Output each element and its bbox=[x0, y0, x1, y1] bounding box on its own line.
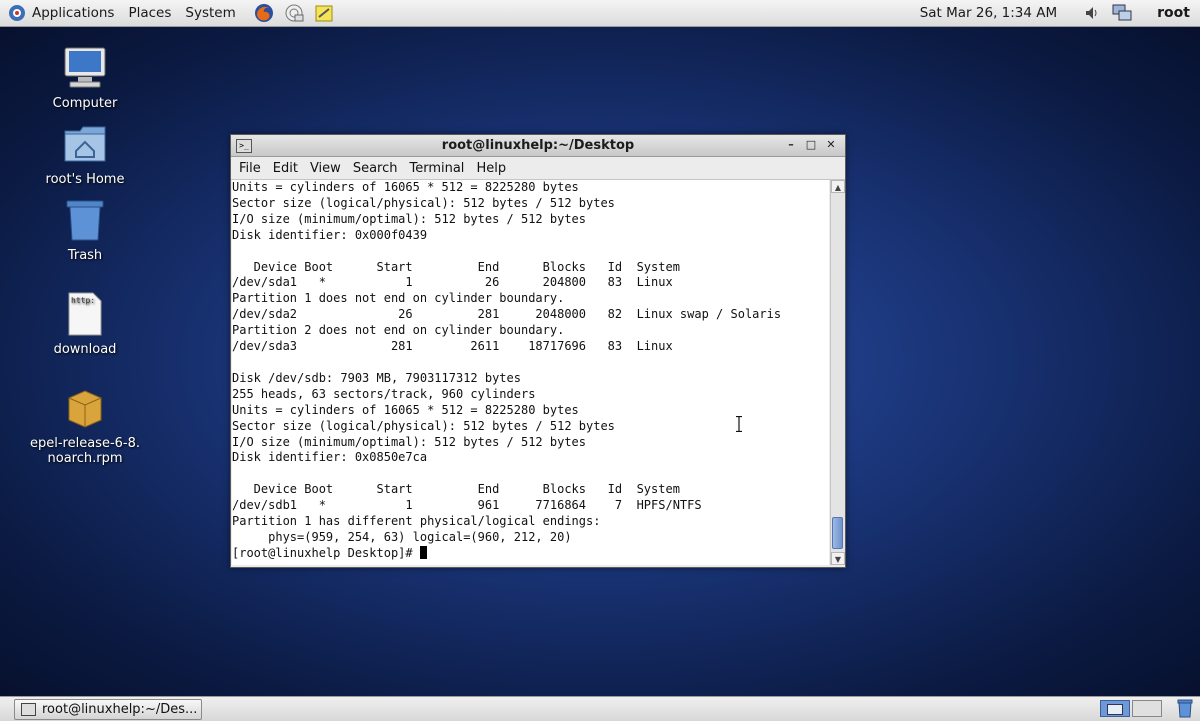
trash-icon bbox=[66, 200, 104, 241]
terminal-small-icon bbox=[21, 703, 36, 716]
computer-icon bbox=[64, 47, 106, 88]
terminal-menubar: File Edit View Search Terminal Help bbox=[231, 157, 845, 180]
terminal-line: Units = cylinders of 16065 * 512 = 82252… bbox=[232, 180, 579, 194]
workspace-window-preview bbox=[1107, 704, 1123, 715]
terminal-line: Disk identifier: 0x0850e7ca bbox=[232, 450, 428, 465]
network-status[interactable] bbox=[1111, 2, 1133, 24]
desktop-icon-download[interactable]: http: download bbox=[30, 290, 140, 357]
svg-text:http:: http: bbox=[71, 296, 95, 305]
desktop-icon-trash[interactable]: Trash bbox=[30, 196, 140, 263]
terminal-line: I/O size (minimum/optimal): 512 bytes / … bbox=[232, 211, 587, 226]
mail-launcher[interactable] bbox=[283, 2, 305, 24]
note-editor-icon bbox=[315, 5, 333, 22]
speaker-icon bbox=[1086, 7, 1097, 19]
top-panel: Applications Places System Sat Mar 26, 1… bbox=[0, 0, 1200, 27]
trash-applet-icon[interactable] bbox=[1176, 699, 1194, 718]
scrollbar-thumb[interactable] bbox=[832, 517, 843, 549]
user-menu[interactable]: root bbox=[1157, 5, 1190, 21]
terminal-line: Sector size (logical/physical): 512 byte… bbox=[232, 195, 615, 210]
terminal-line: Partition 1 has different physical/logic… bbox=[232, 514, 601, 529]
workspace-2[interactable] bbox=[1132, 700, 1162, 717]
taskbar-terminal-button[interactable]: root@linuxhelp:~/Des... bbox=[14, 699, 202, 720]
menu-terminal[interactable]: Terminal bbox=[404, 161, 471, 176]
terminal-line: /dev/sda2 26 281 2048000 82 Linux swap /… bbox=[232, 307, 782, 322]
close-button[interactable]: ✕ bbox=[821, 137, 841, 153]
desktop-icon-label-line2: noarch.rpm bbox=[47, 451, 123, 466]
maximize-button[interactable]: □ bbox=[801, 137, 821, 153]
terminal-line: Partition 1 does not end on cylinder bou… bbox=[232, 291, 565, 306]
menu-edit[interactable]: Edit bbox=[268, 161, 305, 176]
taskbar-button-label: root@linuxhelp:~/Des... bbox=[42, 702, 198, 717]
system-menu[interactable]: System bbox=[178, 0, 242, 26]
scroll-down-arrow[interactable]: ▼ bbox=[831, 552, 845, 565]
mail-client-icon bbox=[285, 4, 304, 22]
places-menu[interactable]: Places bbox=[121, 0, 178, 26]
terminal-window[interactable]: >_ root@linuxhelp:~/Desktop – □ ✕ File E… bbox=[230, 134, 846, 568]
terminal-line: phys=(959, 254, 63) logical=(960, 212, 2… bbox=[232, 529, 572, 544]
firefox-launcher[interactable] bbox=[253, 2, 275, 24]
terminal-prompt-line[interactable]: [root@linuxhelp Desktop]# bbox=[232, 545, 829, 562]
terminal-line: Device Boot Start End Blocks Id System bbox=[232, 259, 680, 274]
volume-control[interactable] bbox=[1081, 2, 1103, 24]
text-cursor bbox=[419, 545, 427, 559]
shell-prompt: [root@linuxhelp Desktop]# bbox=[232, 545, 420, 560]
scroll-up-arrow[interactable]: ▲ bbox=[831, 180, 845, 193]
menu-search[interactable]: Search bbox=[348, 161, 405, 176]
applications-label: Applications bbox=[32, 5, 115, 21]
terminal-line: 255 heads, 63 sectors/track, 960 cylinde… bbox=[232, 386, 536, 401]
desktop-icon-label: download bbox=[53, 342, 117, 357]
terminal-line: Disk /dev/sdb: 7903 MB, 7903117312 bytes bbox=[232, 370, 521, 385]
menu-help[interactable]: Help bbox=[471, 161, 513, 176]
package-icon bbox=[68, 390, 102, 428]
minimize-button[interactable]: – bbox=[781, 137, 801, 153]
desktop-icon-label: Trash bbox=[67, 248, 103, 263]
terminal-line: Disk identifier: 0x000f0439 bbox=[232, 227, 428, 242]
terminal-text: Units = cylinders of 16065 * 512 = 82252… bbox=[232, 180, 829, 562]
system-label: System bbox=[185, 5, 236, 21]
title-bar[interactable]: >_ root@linuxhelp:~/Desktop – □ ✕ bbox=[231, 135, 845, 157]
text-file-icon: http: bbox=[68, 292, 102, 336]
applications-menu[interactable]: Applications bbox=[0, 0, 121, 26]
places-label: Places bbox=[128, 5, 172, 21]
bottom-panel: root@linuxhelp:~/Des... bbox=[0, 696, 1200, 721]
terminal-line: /dev/sdb1 * 1 961 7716864 7 HPFS/NTFS bbox=[232, 498, 702, 513]
window-title: root@linuxhelp:~/Desktop bbox=[441, 138, 635, 153]
terminal-output[interactable]: Units = cylinders of 16065 * 512 = 82252… bbox=[232, 180, 829, 565]
desktop-icon-epel-rpm[interactable]: epel-release-6-8. noarch.rpm bbox=[30, 384, 140, 466]
terminal-line: Partition 2 does not end on cylinder bou… bbox=[232, 323, 565, 338]
menu-view[interactable]: View bbox=[305, 161, 348, 176]
network-icon bbox=[1112, 4, 1132, 21]
clock[interactable]: Sat Mar 26, 1:34 AM bbox=[920, 5, 1057, 21]
note-launcher[interactable] bbox=[313, 2, 335, 24]
desktop-icon-label: root's Home bbox=[45, 172, 125, 187]
mouse-cursor-ibeam bbox=[736, 416, 742, 432]
firefox-icon bbox=[254, 4, 273, 22]
desktop-icon-label-line1: epel-release-6-8. bbox=[30, 436, 141, 451]
desktop-icon-home[interactable]: root's Home bbox=[30, 120, 140, 187]
terminal-line: I/O size (minimum/optimal): 512 bytes / … bbox=[232, 434, 587, 449]
scrollbar[interactable]: ▲ ▼ bbox=[830, 180, 845, 565]
workspace-1[interactable] bbox=[1100, 700, 1130, 717]
terminal-line: /dev/sda1 * 1 26 204800 83 Linux bbox=[232, 275, 673, 290]
terminal-line: /dev/sda3 281 2611 18717696 83 Linux bbox=[232, 339, 673, 354]
home-folder-icon bbox=[64, 126, 106, 162]
terminal-line: Device Boot Start End Blocks Id System bbox=[232, 482, 680, 497]
desktop-icon-computer[interactable]: Computer bbox=[30, 44, 140, 111]
desktop-icon-label: Computer bbox=[52, 96, 118, 111]
menu-file[interactable]: File bbox=[234, 161, 268, 176]
gnome-foot-icon bbox=[9, 5, 25, 21]
